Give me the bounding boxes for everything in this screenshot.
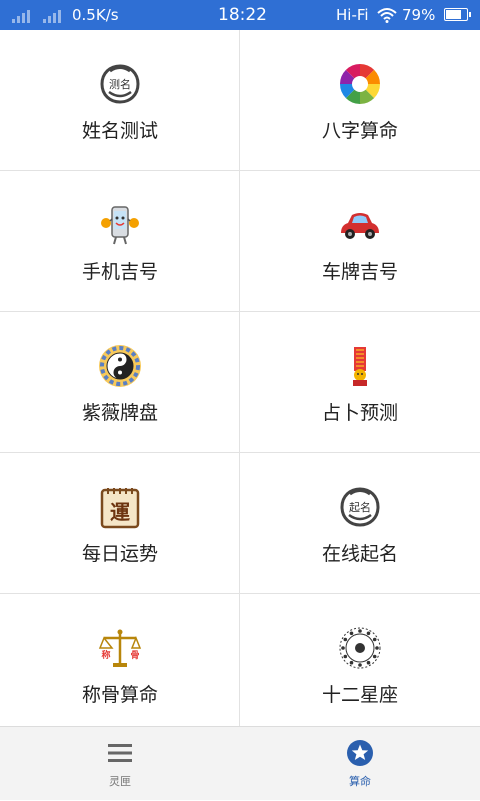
grid-item-bone-weight[interactable]: 称 骨 称骨算命 [0, 594, 240, 735]
grid-item-label: 在线起名 [321, 543, 398, 565]
red-car-icon [341, 213, 379, 239]
tab-label: 灵匣 [109, 775, 131, 788]
grid-item-ziwei[interactable]: 紫薇牌盘 [0, 312, 240, 453]
grid-item-label: 占卜预测 [321, 402, 398, 424]
menu-lines-icon [108, 744, 132, 762]
grid-item-daily-fortune[interactable]: 運 每日运势 [0, 453, 240, 594]
grid-item-online-naming[interactable]: 起名 在线起名 [240, 453, 480, 594]
wifi-icon [377, 8, 397, 23]
bone-scale-left-char: 称 [101, 649, 110, 661]
grid-item-divination[interactable]: 占卜预测 [240, 312, 480, 453]
grid-item-label: 紫薇牌盘 [81, 402, 158, 424]
grid-item-name-test[interactable]: 测名 姓名测试 [0, 30, 240, 171]
fortune-calendar-char: 運 [110, 500, 130, 524]
bone-scale-icon: 称 骨 [98, 629, 142, 667]
grid-item-phone-number[interactable]: 手机吉号 [0, 171, 240, 312]
grid-item-label: 姓名测试 [81, 120, 158, 142]
zodiac-wheel-icon [339, 627, 381, 669]
battery-icon [444, 8, 471, 21]
grid-item-license-plate[interactable]: 车牌吉号 [240, 171, 480, 312]
naming-face-text: 起名 [349, 500, 371, 514]
grid-item-label: 每日运势 [81, 543, 158, 565]
star-circle-icon [347, 740, 373, 766]
grid-item-label: 手机吉号 [81, 261, 158, 283]
name-test-face-text: 测名 [109, 77, 131, 91]
naming-face-icon: 起名 [340, 487, 380, 527]
bottom-nav: 灵匣 算命 [0, 726, 480, 800]
grid-item-label: 八字算命 [321, 120, 398, 142]
grid-item-label: 车牌吉号 [321, 261, 398, 283]
tab-lingxia[interactable]: 灵匣 [0, 727, 240, 801]
battery-percent: 79% [402, 6, 436, 24]
tab-suanming[interactable]: 算命 [240, 727, 480, 801]
tab-label: 算命 [349, 775, 371, 788]
feature-grid: 测名 姓名测试 八字算命 手机吉号 车牌吉号 紫薇牌盘 占卜预测 運 每日运势 … [0, 30, 480, 735]
yin-yang-icon [99, 345, 141, 387]
color-wheel-icon [340, 64, 380, 104]
network-type: Hi-Fi [336, 6, 369, 24]
network-speed: 0.5K/s [72, 6, 119, 24]
status-time: 18:22 [218, 5, 267, 25]
grid-item-zodiac[interactable]: 十二星座 [240, 594, 480, 735]
name-test-face-icon: 测名 [100, 64, 140, 104]
bone-scale-right-char: 骨 [130, 650, 139, 661]
divination-figure-icon [353, 347, 367, 386]
grid-item-bazi[interactable]: 八字算命 [240, 30, 480, 171]
phone-mascot-icon [101, 206, 139, 245]
signal-strength-icon [12, 7, 34, 23]
signal-strength-icon [43, 7, 65, 23]
status-bar: 0.5K/s 18:22 Hi-Fi 79% [0, 0, 480, 30]
fortune-calendar-icon: 運 [100, 488, 140, 529]
grid-item-label: 称骨算命 [81, 684, 158, 706]
grid-item-label: 十二星座 [321, 684, 398, 706]
